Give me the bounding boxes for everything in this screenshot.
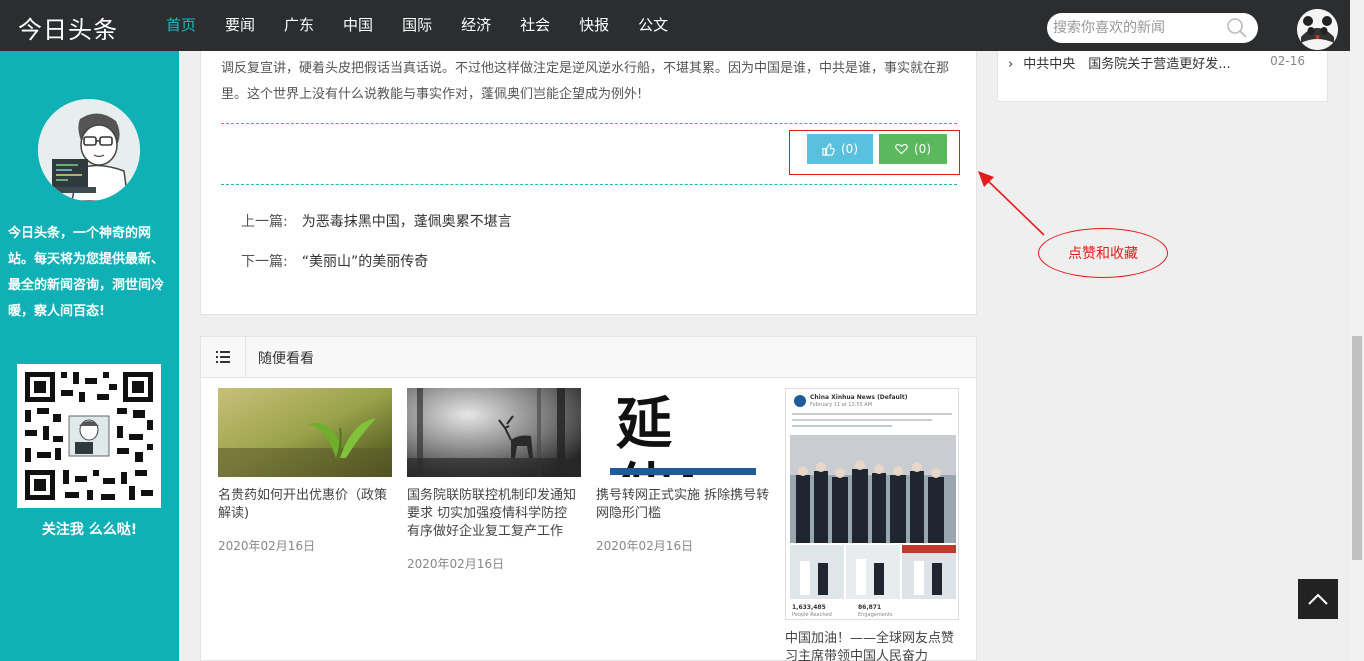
main-nav: 首页 要闻 广东 中国 国际 经济 社会 快报 公文 (166, 0, 697, 51)
qr-code (17, 364, 161, 508)
news-card[interactable]: 延伸： 携号转网正式实施 拆除携号转网隐形门槛 2020年02月16日 (596, 388, 770, 554)
random-news-title: 随便看看 (258, 351, 314, 367)
search-icon[interactable] (1226, 17, 1248, 39)
news-title: 携号转网正式实施 拆除携号转网隐形门槛 (596, 488, 770, 521)
nav-item-flash[interactable]: 快报 (579, 0, 609, 51)
post-engagements: 86,871 (858, 604, 882, 611)
nav-item-documents[interactable]: 公文 (638, 0, 668, 51)
panda-avatar-icon (1297, 9, 1338, 50)
random-news-section: 随便看看 名贵药如何开出优惠价（政策解读) 2020年02月16日 国务院联防联… (200, 336, 977, 661)
nav-item-international[interactable]: 国际 (402, 0, 432, 51)
site-logo[interactable]: 今日头条 (18, 10, 118, 45)
annotation-arrow-icon (978, 171, 1045, 236)
news-title: 名贵药如何开出优惠价（政策解读) (218, 488, 388, 521)
account-avatar-icon (794, 395, 806, 407)
post-reached: 1,633,485 (792, 604, 826, 611)
article-card: 调反复宣讲，硬着头皮把假话当真话说。不过他这样做注定是逆风逆水行船，不堪其累。因… (200, 51, 977, 315)
heart-icon (895, 143, 908, 155)
annotation-text: 点赞和收藏 (1068, 246, 1138, 262)
post-time: February 11 at 12:55 AM (810, 402, 873, 408)
thumbnail-blue-bar (610, 468, 756, 475)
nav-item-guangdong[interactable]: 广东 (284, 0, 314, 51)
prev-article: 上一篇: 为恶毒抹黑中国，蓬佩奥累不堪言 (241, 211, 512, 231)
right-news-list: › 中共中央 国务院关于营造更好发... 02-16 (997, 51, 1328, 102)
right-news-title: 中共中央 国务院关于营造更好发... (1023, 57, 1231, 72)
news-thumbnail-plant (218, 388, 392, 477)
post-photo-hospital (790, 545, 956, 599)
news-date: 2020年02月16日 (407, 557, 505, 571)
next-article: 下一篇: “美丽山”的美丽传奇 (241, 251, 428, 271)
like-count: (0) (841, 142, 858, 156)
favorite-button[interactable]: (0) (879, 134, 947, 164)
post-photo-crowd (790, 435, 956, 543)
right-news-item[interactable]: › 中共中央 国务院关于营造更好发... (1008, 53, 1231, 72)
news-thumbnail-deer (407, 388, 581, 477)
page-scrollbar[interactable] (1350, 0, 1364, 661)
thumbnail-headline-text: 延伸： (616, 392, 730, 477)
nav-item-society[interactable]: 社会 (520, 0, 550, 51)
like-button[interactable]: (0) (807, 134, 873, 164)
scrollbar-thumb[interactable] (1352, 336, 1362, 560)
back-to-top-button[interactable] (1298, 579, 1338, 619)
list-icon (216, 351, 230, 363)
nav-item-economy[interactable]: 经济 (461, 0, 491, 51)
author-avatar (38, 99, 140, 201)
news-card[interactable]: 国务院联防联控机制印发通知要求 切实加强疫情科学防控 有序做好企业复工复产工作 … (407, 388, 581, 572)
news-card[interactable]: China Xinhua News (Default) February 11 … (785, 388, 959, 661)
chevron-right-icon: › (1008, 57, 1014, 72)
news-date: 2020年02月16日 (596, 539, 694, 553)
news-thumbnail-extend: 延伸： (596, 388, 770, 477)
search-box (1047, 13, 1258, 43)
chevron-up-icon (1308, 593, 1328, 605)
prev-article-link[interactable]: 为恶毒抹黑中国，蓬佩奥累不堪言 (302, 214, 512, 230)
divider-top (221, 123, 957, 124)
left-sidebar: 今日头条，一个神奇的网站。每天将为您提供最新、最全的新闻咨询，洞世间冷暖，察人间… (0, 51, 179, 661)
nav-item-headlines[interactable]: 要闻 (225, 0, 255, 51)
search-input[interactable] (1053, 13, 1221, 43)
qr-code-icon (17, 364, 161, 508)
nav-item-home[interactable]: 首页 (166, 0, 196, 51)
right-news-date: 02-16 (1270, 54, 1305, 68)
news-thumbnail-post: China Xinhua News (Default) February 11 … (785, 388, 959, 620)
site-description: 今日头条，一个神奇的网站。每天将为您提供最新、最全的新闻咨询，洞世间冷暖，察人间… (8, 226, 165, 319)
news-date: 2020年02月16日 (218, 539, 316, 553)
cartoon-coder-icon (38, 99, 140, 201)
random-news-header: 随便看看 (201, 337, 976, 378)
header-separator (245, 337, 246, 378)
next-label: 下一篇: (241, 254, 288, 270)
divider-bottom (221, 184, 957, 185)
user-avatar[interactable] (1297, 9, 1338, 50)
post-account: China Xinhua News (Default) (810, 394, 908, 401)
follow-text: 关注我 么么哒! (41, 522, 138, 538)
annotation-label: 点赞和收藏 (1038, 228, 1168, 278)
favorite-count: (0) (914, 142, 931, 156)
article-body-text: 调反复宣讲，硬着头皮把假话当真话说。不过他这样做注定是逆风逆水行船，不堪其累。因… (221, 61, 950, 102)
post-engagements-label: Engagements (858, 612, 893, 618)
news-card[interactable]: 名贵药如何开出优惠价（政策解读) 2020年02月16日 (218, 388, 392, 554)
prev-label: 上一篇: (241, 214, 288, 230)
post-reached-label: People Reached (792, 612, 832, 618)
next-article-link[interactable]: “美丽山”的美丽传奇 (302, 254, 429, 270)
nav-item-china[interactable]: 中国 (343, 0, 373, 51)
top-navbar: 今日头条 首页 要闻 广东 中国 国际 经济 社会 快报 公文 (0, 0, 1350, 51)
news-title: 中国加油！——全球网友点赞习主席带领中国人民奋力 (785, 631, 955, 661)
thumbs-up-icon (822, 142, 835, 156)
news-title: 国务院联防联控机制印发通知要求 切实加强疫情科学防控 有序做好企业复工复产工作 (407, 488, 577, 539)
